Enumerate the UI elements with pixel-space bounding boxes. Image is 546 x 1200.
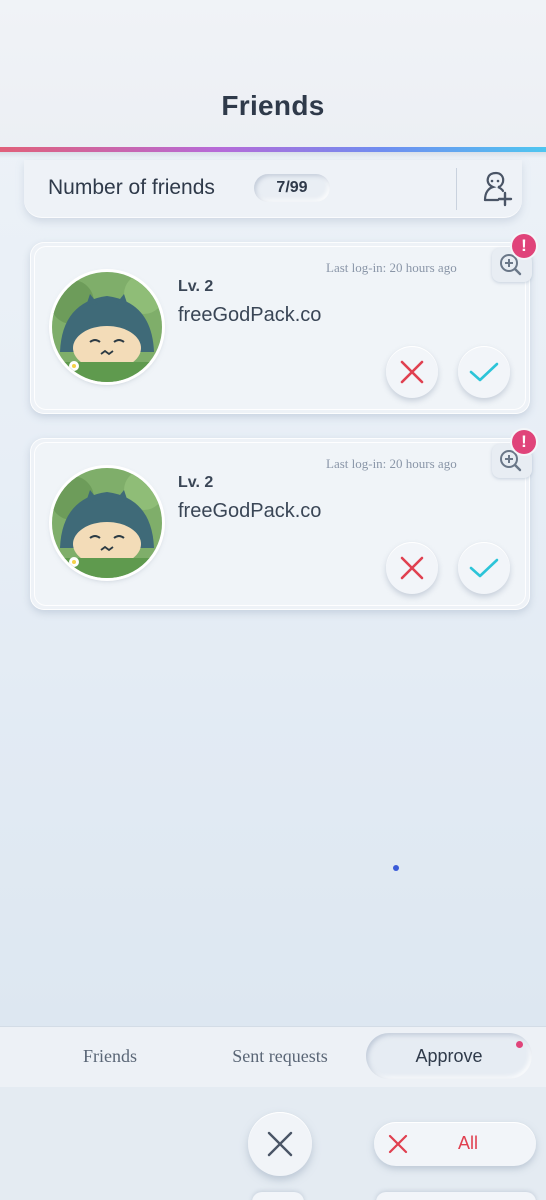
friend-request-card: Lv. 2 freeGodPack.co Last log-in: 20 hou… xyxy=(30,430,536,610)
tab-approve[interactable]: Approve xyxy=(366,1033,532,1079)
indicator-dot xyxy=(393,865,399,871)
friend-request-card: Lv. 2 freeGodPack.co Last log-in: 20 hou… xyxy=(30,234,536,414)
last-login-text: Last log-in: 20 hours ago xyxy=(326,456,457,471)
check-icon xyxy=(469,362,499,382)
header-bar: Friends xyxy=(0,0,546,150)
reject-icon xyxy=(388,1134,408,1159)
avatar[interactable] xyxy=(52,468,162,578)
friend-name: freeGodPack.co xyxy=(178,500,322,522)
partial-button xyxy=(252,1192,304,1200)
alert-badge: ! xyxy=(512,430,536,454)
reject-all-button[interactable]: All xyxy=(374,1122,536,1166)
partial-button xyxy=(376,1192,536,1200)
avatar[interactable] xyxy=(52,272,162,382)
friend-count-value: 7/99 xyxy=(254,174,330,202)
check-icon xyxy=(469,558,499,578)
tab-sent-requests[interactable]: Sent requests xyxy=(210,1033,350,1079)
alert-badge: ! xyxy=(512,234,536,258)
reject-all-label: All xyxy=(458,1133,479,1153)
tab-friends[interactable]: Friends xyxy=(60,1033,160,1079)
last-login-text: Last log-in: 20 hours ago xyxy=(326,260,457,275)
friend-level: Lv. 2 xyxy=(178,474,214,491)
divider xyxy=(456,168,457,210)
reject-icon xyxy=(400,556,424,580)
close-button[interactable] xyxy=(248,1112,312,1176)
accept-button[interactable] xyxy=(458,346,510,398)
tab-bar: Friends Sent requests Approve xyxy=(0,1027,546,1087)
reject-button[interactable] xyxy=(386,346,438,398)
friend-count-label: Number of friends xyxy=(48,176,215,199)
notification-dot xyxy=(516,1041,523,1048)
header-shadow xyxy=(0,152,546,158)
add-friend-icon[interactable] xyxy=(476,170,516,210)
page-title: Friends xyxy=(221,90,325,121)
close-icon xyxy=(267,1131,293,1157)
friend-level: Lv. 2 xyxy=(178,278,214,295)
reject-button[interactable] xyxy=(386,542,438,594)
accept-button[interactable] xyxy=(458,542,510,594)
reject-icon xyxy=(400,360,424,384)
friend-name: freeGodPack.co xyxy=(178,304,322,326)
friend-count-panel: Number of friends 7/99 xyxy=(24,160,522,218)
